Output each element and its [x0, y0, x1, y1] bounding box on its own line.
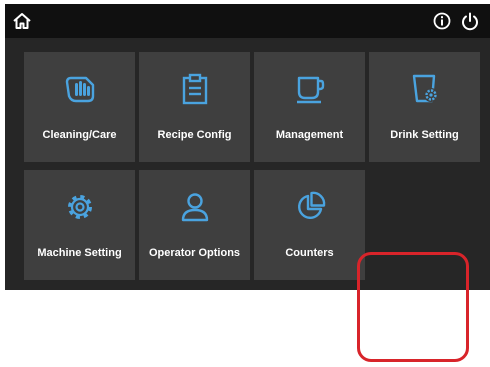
tile-label: Recipe Config [157, 129, 232, 141]
cleaning-hand-icon [65, 76, 94, 103]
tile-label: Counters [285, 247, 334, 259]
tile-cleaning-care[interactable]: Cleaning/Care [24, 52, 135, 162]
tile-label: Drink Setting [390, 129, 459, 141]
gear-icon [67, 195, 92, 219]
tile-label: Management [275, 129, 344, 141]
tile-drink-setting[interactable]: Drink Setting [369, 52, 480, 162]
tile-label: Machine Setting [37, 247, 122, 259]
highlight-annotation-box [357, 252, 469, 362]
tile-counters[interactable]: Counters [254, 170, 365, 280]
tile-machine-setting[interactable]: Machine Setting [24, 170, 135, 280]
tile-management[interactable]: Management [254, 52, 365, 162]
info-icon[interactable] [432, 11, 452, 31]
pie-chart-icon [297, 191, 325, 219]
touchscreen: Cleaning/Care Recipe Config Management D… [5, 4, 490, 290]
top-bar [5, 4, 490, 38]
home-icon[interactable] [12, 11, 32, 31]
clipboard-icon [182, 73, 207, 105]
cup-icon [296, 76, 324, 104]
tile-operator-options[interactable]: Operator Options [139, 170, 250, 280]
tile-recipe-config[interactable]: Recipe Config [139, 52, 250, 162]
cup-gear-icon [412, 74, 438, 103]
tile-label: Operator Options [148, 247, 241, 259]
power-icon[interactable] [460, 11, 480, 31]
user-icon [181, 193, 208, 222]
tile-label: Cleaning/Care [42, 129, 117, 141]
